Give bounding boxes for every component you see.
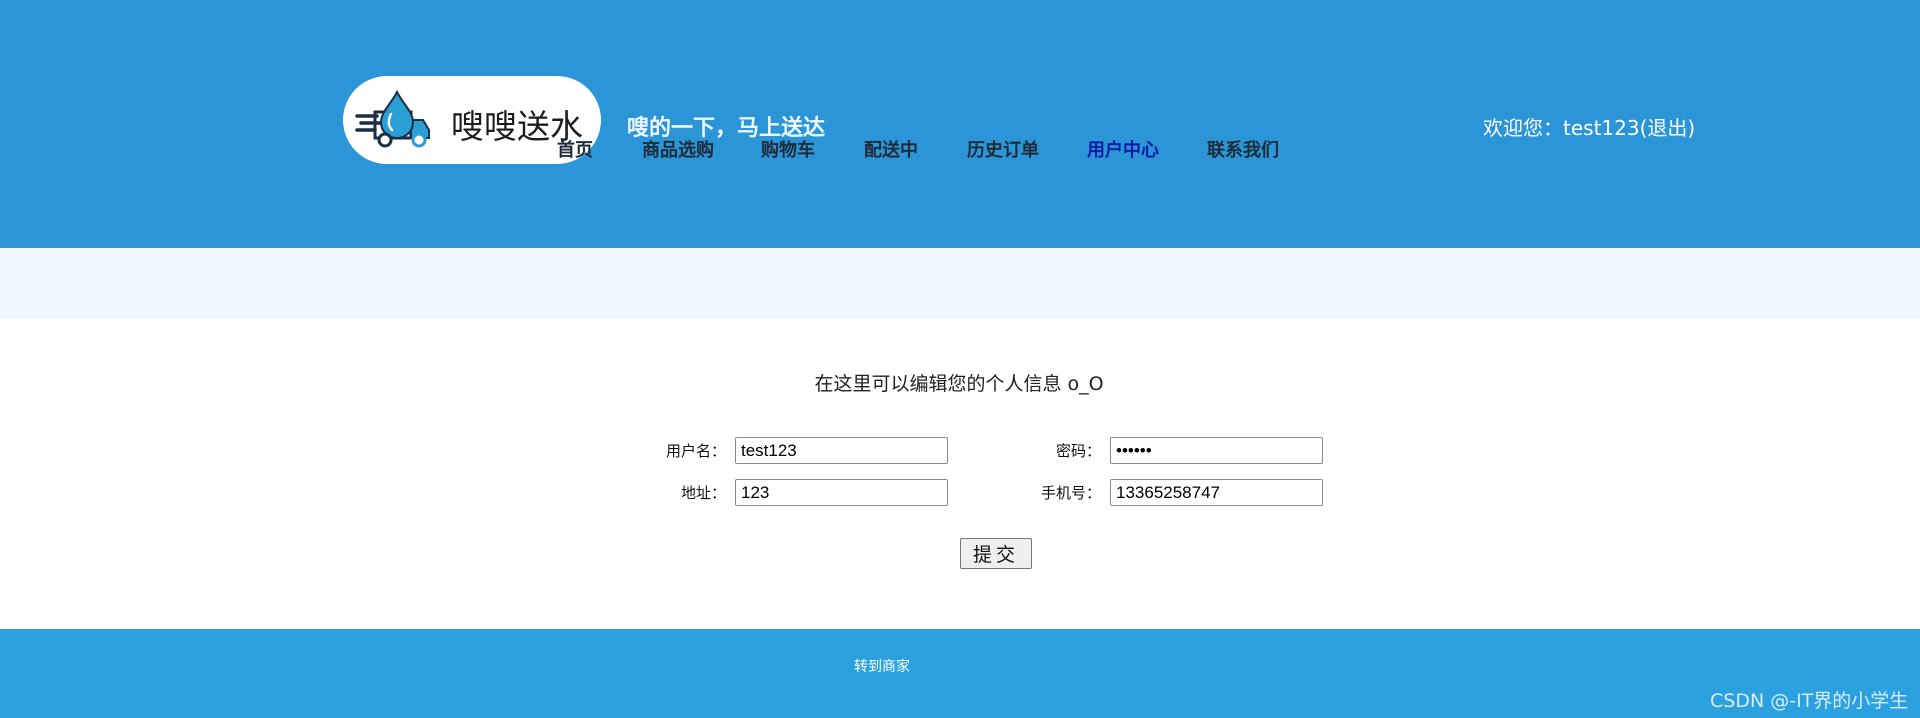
profile-edit-section: 在这里可以编辑您的个人信息 o_O 用户名： 密码： 地址： 手机号： 提交 [0,319,1920,629]
phone-input[interactable] [1110,479,1323,506]
nav-order-history[interactable]: 历史订单 [967,136,1039,162]
site-footer: 转到商家 CSDN @-IT界的小学生 [0,629,1920,718]
current-username: test123 [1563,116,1640,140]
nav-user-center[interactable]: 用户中心 [1087,136,1159,162]
merchant-link[interactable]: 转到商家 [854,656,910,676]
address-input[interactable] [735,479,948,506]
welcome-text: 欢迎您：test123(退出) [1483,112,1695,141]
nav-home[interactable]: 首页 [557,136,593,162]
nav-cart[interactable]: 购物车 [761,136,815,162]
submit-button[interactable]: 提交 [960,538,1032,569]
username-label: 用户名： [665,442,726,460]
header-spacer-band [0,248,1920,319]
welcome-prefix: 欢迎您： [1483,116,1563,140]
password-input[interactable] [1110,437,1323,464]
nav-delivering[interactable]: 配送中 [864,136,918,162]
phone-label: 手机号： [1040,484,1101,502]
site-header: 嗖嗖送水 嗖的一下，马上送达 首页 商品选购 购物车 配送中 历史订单 用户中心… [0,0,1920,248]
password-label: 密码： [1055,442,1101,460]
nav-contact-us[interactable]: 联系我们 [1207,136,1279,162]
logout-link[interactable]: (退出) [1640,116,1696,140]
address-label: 地址： [680,484,726,502]
nav-products[interactable]: 商品选购 [642,136,714,162]
profile-intro: 在这里可以编辑您的个人信息 o_O [814,373,1104,395]
csdn-watermark: CSDN @-IT界的小学生 [1710,690,1909,712]
username-input[interactable] [735,437,948,464]
